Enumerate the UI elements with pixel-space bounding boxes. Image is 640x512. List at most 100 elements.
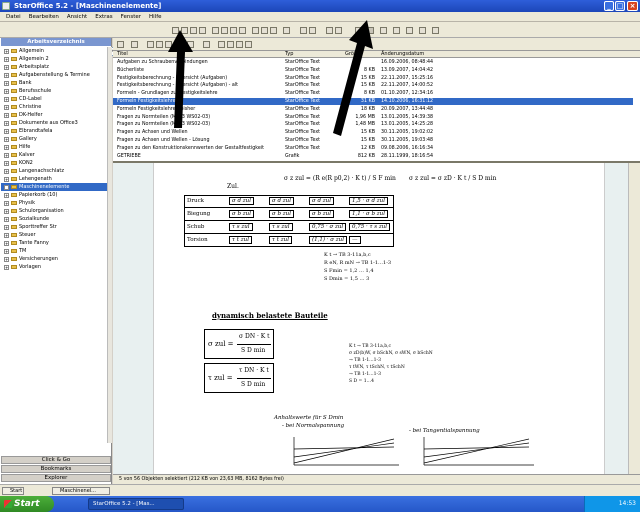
undo-icon[interactable]: [300, 27, 307, 34]
expand-icon[interactable]: +: [4, 225, 9, 230]
tree-item[interactable]: + Arbeitsplatz: [1, 63, 107, 71]
expand-icon[interactable]: +: [4, 209, 9, 214]
open-icon[interactable]: [221, 27, 228, 34]
stop-icon[interactable]: [199, 27, 206, 34]
tree-item[interactable]: + Elbrandtafela: [1, 127, 107, 135]
expand-icon[interactable]: +: [4, 241, 9, 246]
start-button[interactable]: Start: [0, 496, 54, 512]
view-detail-icon[interactable]: [245, 41, 252, 48]
tree-item[interactable]: + Maschinenelemente: [1, 183, 107, 191]
tree-item[interactable]: + Physik: [1, 199, 107, 207]
expand-icon[interactable]: +: [4, 233, 9, 238]
redo-icon[interactable]: [309, 27, 316, 34]
expand-icon[interactable]: +: [4, 129, 9, 134]
tree-item[interactable]: + Allgemein 2: [1, 55, 107, 63]
expand-icon[interactable]: +: [4, 121, 9, 126]
tree-item[interactable]: + Gallery: [1, 135, 107, 143]
tree-item[interactable]: + DK-Helfer: [1, 111, 107, 119]
expand-icon[interactable]: +: [4, 89, 9, 94]
menu-fenster[interactable]: Fenster: [121, 14, 141, 20]
expand-icon[interactable]: +: [4, 169, 9, 174]
tree-item[interactable]: + CD-Label: [1, 95, 107, 103]
expand-icon[interactable]: +: [4, 73, 9, 78]
new-folder-icon[interactable]: [131, 41, 138, 48]
expand-icon[interactable]: +: [4, 153, 9, 158]
menu-hilfe[interactable]: Hilfe: [149, 14, 162, 20]
file-row[interactable]: GETRIEBE Grafik 812 KB 28.11.1999, 18:16:54: [113, 153, 633, 160]
bookmarks-button[interactable]: Bookmarks: [1, 465, 111, 473]
paste-icon[interactable]: [270, 27, 277, 34]
expand-icon[interactable]: +: [4, 81, 9, 86]
explorer-button[interactable]: Explorer: [1, 474, 111, 482]
edit-icon[interactable]: [239, 27, 246, 34]
menu-ansicht[interactable]: Ansicht: [67, 14, 87, 20]
expand-icon[interactable]: +: [4, 97, 9, 102]
view-list-icon[interactable]: [236, 41, 243, 48]
menu-extras[interactable]: Extras: [95, 14, 112, 20]
new-icon[interactable]: [212, 27, 219, 34]
help-icon[interactable]: [432, 27, 439, 34]
tree-item[interactable]: + Bank: [1, 79, 107, 87]
expand-icon[interactable]: +: [4, 57, 9, 62]
expand-icon[interactable]: +: [4, 217, 9, 222]
tree-item[interactable]: + Allgemein: [1, 47, 107, 55]
tree-item[interactable]: + Tante Fanny: [1, 239, 107, 247]
tree-item[interactable]: + Sporttreffer Str: [1, 223, 107, 231]
expand-icon[interactable]: +: [4, 201, 9, 206]
load-url-icon[interactable]: [393, 27, 400, 34]
document-scrollbar[interactable]: [628, 163, 640, 474]
expand-icon[interactable]: +: [4, 257, 9, 262]
copy-icon[interactable]: [261, 27, 268, 34]
expand-icon[interactable]: +: [4, 161, 9, 166]
file-row[interactable]: Fragen zu Achsen und Wellen - Lösung Star…: [113, 137, 633, 144]
tree-item[interactable]: + Papierkorb (10): [1, 191, 107, 199]
explorer-scrollbar[interactable]: [107, 47, 112, 443]
tree-item[interactable]: + Schulorganisation: [1, 207, 107, 215]
filter-icon[interactable]: [203, 41, 210, 48]
menu-bearbeiten[interactable]: Bearbeiten: [29, 14, 59, 20]
expand-icon[interactable]: +: [4, 177, 9, 182]
tree-item[interactable]: + Christine: [1, 103, 107, 111]
menu-datei[interactable]: Datei: [6, 14, 21, 20]
staroffice-start-button[interactable]: Start: [2, 487, 24, 495]
print-icon[interactable]: [283, 27, 290, 34]
save-icon[interactable]: [230, 27, 237, 34]
close-button[interactable]: ×: [627, 1, 638, 11]
cut-icon[interactable]: [252, 27, 259, 34]
expand-icon[interactable]: +: [4, 105, 9, 110]
folder-up-icon[interactable]: [117, 41, 124, 48]
delete-icon[interactable]: [147, 41, 154, 48]
tree-item[interactable]: + Sozialkunde: [1, 215, 107, 223]
expand-icon[interactable]: +: [4, 65, 9, 70]
file-row[interactable]: Fragen zu den Konstruktionskennwerten de…: [113, 145, 633, 152]
expand-icon[interactable]: +: [4, 185, 9, 190]
tree-item[interactable]: + Aufgabenstellung & Termine: [1, 71, 107, 79]
minimize-button[interactable]: _: [604, 1, 614, 11]
tree-item[interactable]: + Hilfe: [1, 143, 107, 151]
expand-icon[interactable]: +: [4, 265, 9, 270]
tree-item[interactable]: + Versicherungen: [1, 255, 107, 263]
column-title[interactable]: Titel: [117, 51, 128, 58]
view-small-icon[interactable]: [227, 41, 234, 48]
tree-item[interactable]: + Kalver: [1, 151, 107, 159]
view-large-icon[interactable]: [218, 41, 225, 48]
expand-icon[interactable]: +: [4, 113, 9, 118]
tree-item[interactable]: + Langenachschlatz: [1, 167, 107, 175]
tree-item[interactable]: + Lehengenath: [1, 175, 107, 183]
chat-icon[interactable]: [419, 27, 426, 34]
tree-item[interactable]: + Steuer: [1, 231, 107, 239]
taskbar-app-button[interactable]: StarOffice 5.2 - [Mas...: [88, 498, 184, 510]
tree-item[interactable]: + Dokumente aus Office3: [1, 119, 107, 127]
bookmark-icon[interactable]: [406, 27, 413, 34]
expand-icon[interactable]: +: [4, 49, 9, 54]
column-date[interactable]: Änderungsdatum: [381, 51, 424, 58]
expand-icon[interactable]: +: [4, 145, 9, 150]
tree-item[interactable]: + Berufsschule: [1, 87, 107, 95]
maximize-button[interactable]: □: [615, 1, 625, 11]
column-type[interactable]: Typ: [285, 51, 293, 58]
tree-item[interactable]: + TM: [1, 247, 107, 255]
tree-item[interactable]: + Vorlagen: [1, 263, 107, 271]
click-go-button[interactable]: Click & Go: [1, 456, 111, 464]
tree-item[interactable]: + KON2: [1, 159, 107, 167]
expand-icon[interactable]: +: [4, 193, 9, 198]
